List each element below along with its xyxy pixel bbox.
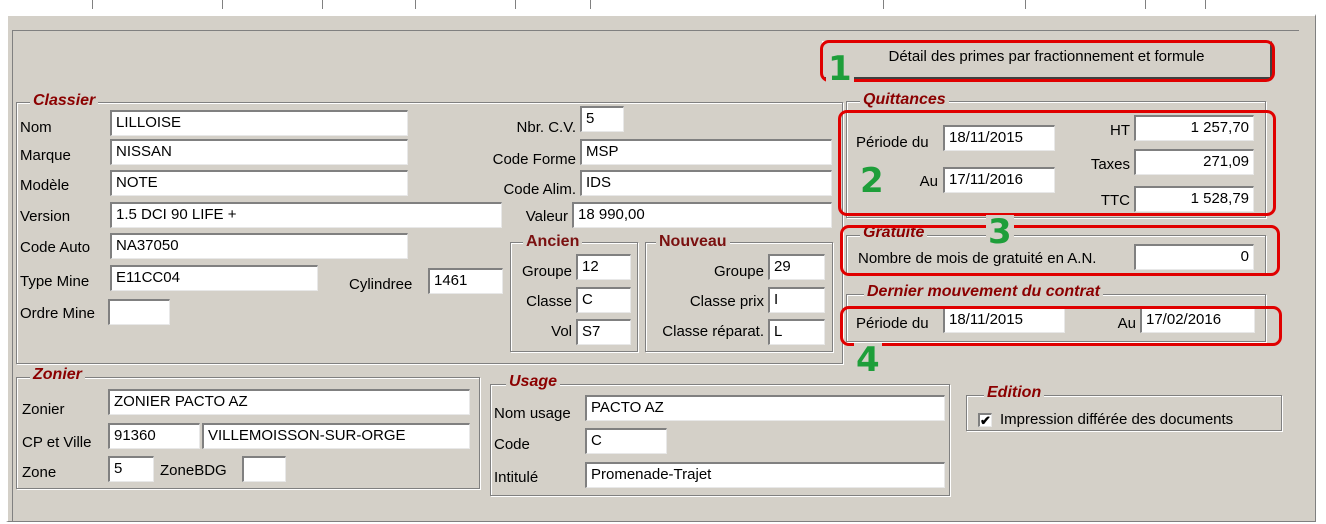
code-forme-label: Code Forme (492, 151, 576, 168)
ancien-vol-field[interactable]: S7 (576, 319, 631, 345)
code-auto-field[interactable]: NA37050 (110, 233, 408, 259)
nom-usage-field[interactable]: PACTO AZ (585, 395, 945, 421)
ancien-classe-label: Classe (526, 293, 572, 310)
code-field[interactable]: C (585, 428, 667, 454)
ordre-mine-label: Ordre Mine (20, 305, 96, 322)
modele-label: Modèle (20, 177, 70, 194)
code-label: Code (494, 436, 530, 453)
ordre-mine-field[interactable] (108, 299, 170, 325)
tab-separator (92, 0, 94, 9)
ancien-classe-field[interactable]: C (576, 287, 631, 313)
tab-separator (590, 0, 592, 9)
nom-usage-label: Nom usage (494, 405, 571, 422)
ancien-groupe-label: Groupe (521, 263, 572, 280)
tab-separator (415, 0, 417, 9)
badge-2: 2 (858, 161, 886, 201)
impression-checkbox[interactable]: ✔ (978, 413, 992, 427)
tab-separator (1025, 0, 1027, 9)
zonier-legend: Zonier (30, 366, 85, 384)
tab-separator (1205, 0, 1207, 9)
modele-field[interactable]: NOTE (110, 170, 408, 196)
edition-legend: Edition (984, 384, 1045, 402)
zone-field[interactable]: 5 (108, 456, 154, 482)
type-mine-label: Type Mine (20, 273, 90, 290)
marque-field[interactable]: NISSAN (110, 139, 408, 165)
nouveau-groupe-label: Groupe (713, 263, 764, 280)
code-forme-field[interactable]: MSP (580, 139, 832, 165)
highlight-box-3 (840, 225, 1280, 276)
zonebdg-label: ZoneBDG (160, 462, 227, 479)
zone-label: Zone (22, 464, 57, 481)
zonier-field[interactable]: ZONIER PACTO AZ (108, 389, 470, 415)
cylindree-field[interactable]: 1461 (428, 268, 503, 294)
badge-1: 1 (826, 49, 854, 89)
tab-separator (883, 0, 885, 9)
ville-field[interactable]: VILLEMOISSON-SUR-ORGE (202, 423, 470, 449)
quittances-legend: Quittances (860, 91, 949, 109)
intitule-label: Intitulé (494, 469, 539, 486)
highlight-box-4 (840, 306, 1282, 346)
impression-label: Impression différée des documents (1000, 411, 1234, 428)
classe-reparat-field[interactable]: L (768, 319, 825, 345)
zonier-label: Zonier (22, 401, 65, 418)
highlight-box-2 (838, 110, 1276, 216)
code-alim-label: Code Alim. (503, 181, 576, 198)
code-alim-field[interactable]: IDS (580, 170, 832, 196)
nom-label: Nom (20, 119, 52, 136)
tab-separator (222, 0, 224, 9)
version-label: Version (20, 208, 71, 225)
tab-separator (322, 0, 324, 9)
classier-legend: Classier (30, 92, 99, 110)
nbr-cv-label: Nbr. C.V. (516, 119, 576, 136)
type-mine-field[interactable]: E11CC04 (110, 265, 318, 291)
cylindree-label: Cylindree (349, 276, 413, 293)
ancien-groupe-field[interactable]: 12 (576, 254, 631, 280)
ancien-vol-label: Vol (551, 323, 572, 340)
intitule-field[interactable]: Promenade-Trajet (585, 462, 945, 488)
nom-field[interactable]: LILLOISE (110, 110, 408, 136)
usage-legend: Usage (506, 373, 561, 391)
classe-prix-field[interactable]: I (768, 287, 825, 313)
badge-4: 4 (854, 340, 882, 380)
nbr-cv-field[interactable]: 5 (580, 106, 624, 132)
code-auto-label: Code Auto (20, 239, 91, 256)
marque-label: Marque (20, 147, 71, 164)
nouveau-legend: Nouveau (656, 233, 730, 251)
classe-prix-label: Classe prix (689, 293, 764, 310)
classe-reparat-label: Classe réparat. (662, 323, 764, 340)
tab-strip (0, 0, 1326, 14)
zonebdg-field[interactable] (242, 456, 286, 482)
ancien-legend: Ancien (523, 233, 583, 251)
badge-3: 3 (986, 212, 1014, 252)
cp-field[interactable]: 91360 (108, 423, 200, 449)
highlight-box-1 (820, 40, 1275, 82)
valeur-label: Valeur (525, 208, 568, 225)
valeur-field[interactable]: 18 990,00 (572, 202, 832, 228)
cp-ville-label: CP et Ville (22, 434, 92, 451)
nouveau-groupe-field[interactable]: 29 (768, 254, 825, 280)
dernier-mouvement-legend: Dernier mouvement du contrat (864, 283, 1103, 301)
tab-separator (515, 0, 517, 9)
tab-separator (1145, 0, 1147, 9)
